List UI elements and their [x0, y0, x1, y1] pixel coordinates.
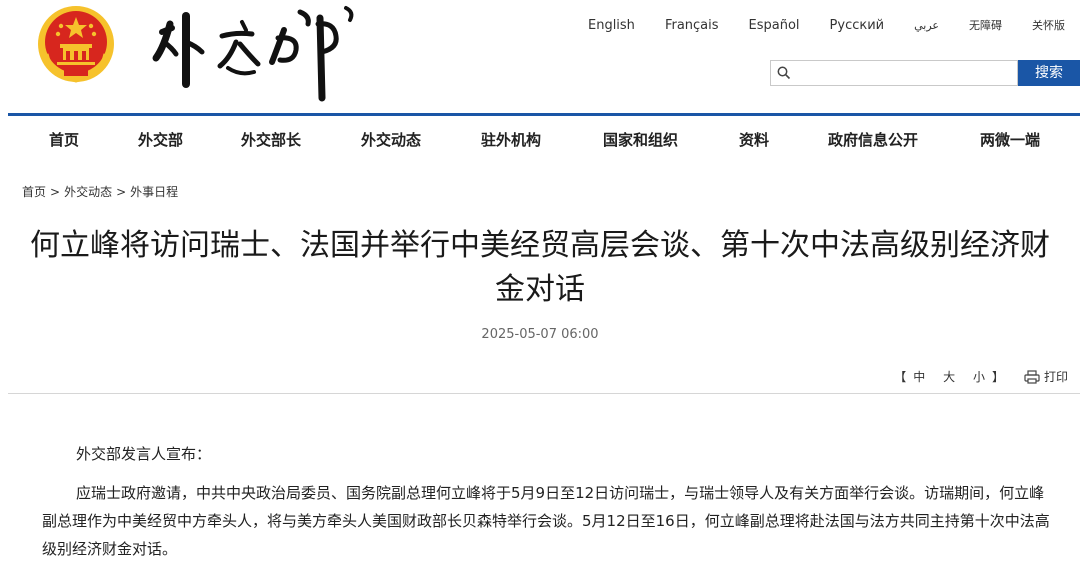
mfa-calligraphy-logo[interactable]	[150, 2, 365, 102]
search-bar: 搜索	[770, 60, 1080, 86]
article-date: 2025-05-07 06:00	[481, 327, 599, 342]
print-label: 打印	[1043, 370, 1068, 384]
nav-item-minister[interactable]: 外交部长	[241, 129, 301, 150]
print-button[interactable]: 打印	[1024, 368, 1068, 385]
article-paragraph: 外交部发言人宣布：	[76, 445, 212, 463]
nav-item-resources[interactable]: 资料	[739, 129, 769, 150]
font-size-open-bracket: 【	[894, 370, 907, 384]
printer-icon	[1024, 369, 1040, 384]
nav-item-missions-abroad[interactable]: 驻外机构	[481, 129, 541, 150]
font-size-large-button[interactable]: 大	[943, 370, 955, 384]
search-icon	[777, 66, 791, 80]
article-title: 何立峰将访问瑞士、法国并举行中美经贸高层会谈、第十次中法高级别经济财金对话	[30, 228, 1050, 307]
nav-item-social-media[interactable]: 两微一端	[980, 129, 1040, 150]
breadcrumb-diplomatic-news[interactable]: 外交动态	[64, 185, 112, 199]
accessibility-link[interactable]: 无障碍	[954, 16, 1017, 36]
nav-item-ministry[interactable]: 外交部	[138, 129, 183, 150]
lang-french-link[interactable]: Français	[650, 16, 734, 36]
search-box[interactable]	[770, 60, 1018, 86]
lang-spanish-link[interactable]: Español	[734, 16, 815, 36]
lang-arabic-link[interactable]: عربي	[899, 16, 954, 36]
search-button[interactable]: 搜索	[1018, 60, 1080, 86]
article-tools: 【 中 大 小 】 打印	[894, 368, 1068, 385]
nav-item-diplomatic-news[interactable]: 外交动态	[361, 129, 421, 150]
title-divider	[8, 393, 1080, 394]
article-body: 外交部发言人宣布： 应瑞士政府邀请，中共中央政治局委员、国务院副总理何立峰将于5…	[42, 440, 1050, 574]
care-version-link[interactable]: 关怀版	[1017, 16, 1080, 36]
lang-russian-link[interactable]: Русский	[815, 16, 900, 36]
language-bar: English Français Español Русский عربي 无障…	[573, 16, 1080, 36]
search-input[interactable]	[795, 63, 1014, 85]
font-size-medium-button[interactable]: 中	[913, 370, 925, 384]
nav-item-home[interactable]: 首页	[49, 129, 79, 150]
lang-english-link[interactable]: English	[573, 16, 650, 36]
breadcrumb-schedule[interactable]: 外事日程	[130, 185, 178, 199]
font-size-close-bracket: 】	[991, 370, 1004, 384]
national-emblem-logo[interactable]	[36, 4, 116, 84]
breadcrumb-separator: >	[116, 185, 127, 199]
main-nav: 首页 外交部 外交部长 外交动态 驻外机构 国家和组织 资料 政府信息公开 两微…	[0, 116, 1080, 162]
breadcrumb-separator: >	[50, 185, 61, 199]
breadcrumb: 首页 > 外交动态 > 外事日程	[22, 183, 178, 200]
font-size-small-button[interactable]: 小	[973, 370, 985, 384]
nav-item-countries-orgs[interactable]: 国家和组织	[603, 129, 678, 150]
breadcrumb-home[interactable]: 首页	[22, 185, 46, 199]
article-paragraph: 应瑞士政府邀请，中共中央政治局委员、国务院副总理何立峰将于5月9日至12日访问瑞…	[42, 484, 1050, 558]
nav-item-gov-info[interactable]: 政府信息公开	[828, 129, 918, 150]
